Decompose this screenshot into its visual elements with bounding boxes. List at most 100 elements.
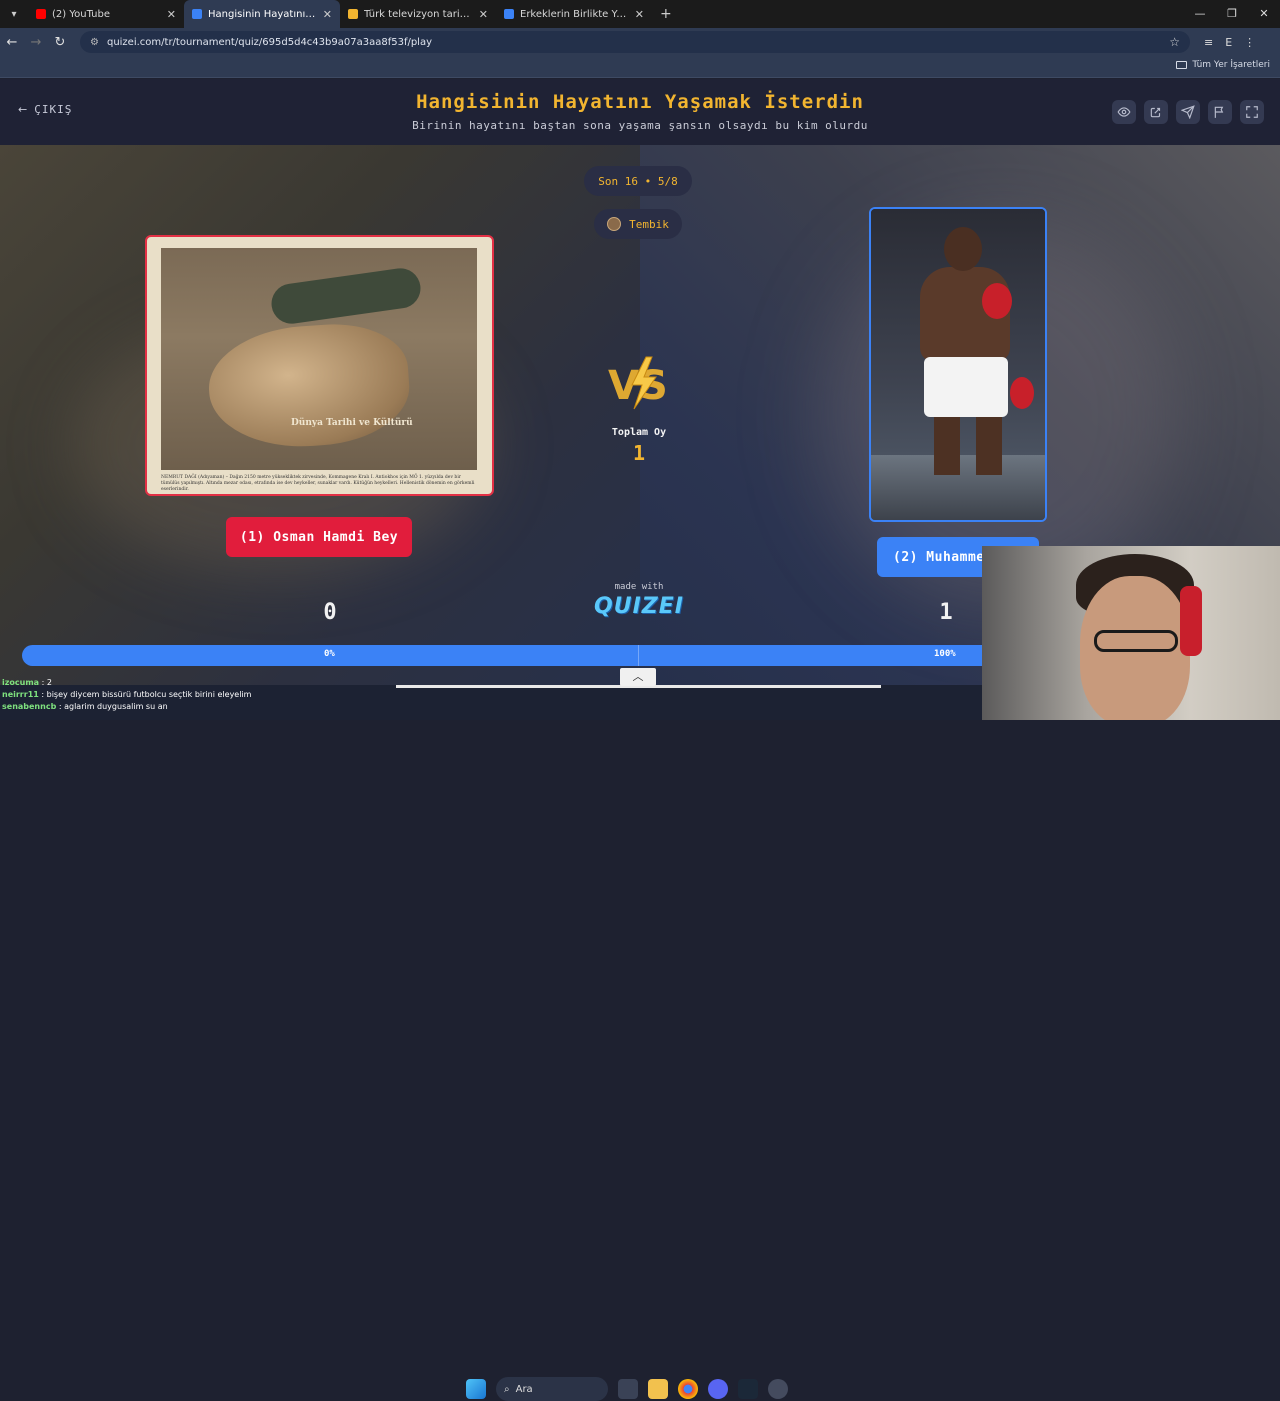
close-window-icon[interactable]: ✕: [1248, 0, 1280, 28]
tab-title: Erkeklerin Birlikte Yaparken En: [520, 8, 629, 20]
send-icon: [1181, 105, 1195, 119]
close-tab-icon[interactable]: ✕: [167, 8, 176, 21]
made-with-label: made with: [614, 582, 664, 592]
file-explorer-icon[interactable]: [648, 1379, 668, 1399]
address-bar-row: ← → ↻ ⚙ quizei.com/tr/tournament/quiz/69…: [0, 28, 1280, 56]
boxer-leg: [934, 415, 960, 475]
stone-head: [205, 319, 413, 453]
percent-left: 0%: [324, 649, 335, 659]
task-view-icon[interactable]: [618, 1379, 638, 1399]
progress-divider: [638, 645, 639, 666]
share-icon: [1150, 107, 1161, 118]
percent-right: 100%: [934, 649, 956, 659]
back-icon[interactable]: ←: [0, 35, 24, 50]
app-icon[interactable]: [768, 1379, 788, 1399]
site-favicon-icon: [504, 9, 514, 19]
close-tab-icon[interactable]: ✕: [479, 8, 488, 21]
chat-message: : aglarim duygusalim su an: [58, 702, 168, 711]
browser-menu-icon[interactable]: ⋮: [1244, 36, 1255, 49]
all-bookmarks-button[interactable]: Tüm Yer İşaretleri: [1176, 60, 1270, 70]
chrome-icon[interactable]: [678, 1379, 698, 1399]
quiz-header: ← ÇIKIŞ Hangisinin Hayatını Yaşamak İste…: [0, 79, 1280, 145]
reading-list-icon[interactable]: ≡: [1204, 36, 1213, 49]
tab-title: Türk televizyon tarihinin unutul: [364, 8, 473, 20]
chat-line: izocuma : 2: [2, 677, 302, 689]
tab-title: (2) YouTube: [52, 8, 111, 20]
windows-start-icon[interactable]: [466, 1379, 486, 1399]
folder-icon: [1176, 61, 1188, 69]
tab-search-icon[interactable]: ▾: [0, 0, 28, 28]
flag-icon: [1214, 106, 1224, 118]
restore-icon[interactable]: ❐: [1216, 0, 1248, 28]
chat-user: izocuma: [2, 678, 40, 687]
quiz-subtitle: Birinin hayatını baştan sona yaşama şans…: [412, 119, 868, 132]
stream-chat: izocuma : 2 neirrr11 : bişey diycem biss…: [2, 677, 302, 713]
url-field[interactable]: ⚙ quizei.com/tr/tournament/quiz/695d5d4c…: [80, 31, 1190, 53]
headset-icon: [1180, 586, 1202, 656]
owner-avatar: [607, 217, 622, 231]
tab-title: Hangisinin Hayatını Yaşamak İs: [208, 8, 317, 20]
quiz-title: Hangisinin Hayatını Yaşamak İsterdin: [416, 91, 864, 113]
browser-tab[interactable]: (2) YouTube ✕: [28, 0, 184, 28]
versus-icon: VS: [608, 356, 668, 410]
chat-message: : 2: [41, 678, 52, 687]
photo-watermark: Dünya Tarihi ve Kültürü: [291, 418, 413, 428]
taskbar-search-placeholder: Ara: [515, 1383, 533, 1395]
eye-icon-button[interactable]: [1112, 100, 1136, 124]
score-left: 0: [323, 600, 337, 625]
fullscreen-icon: [1246, 106, 1258, 118]
boxer-shorts: [924, 357, 1008, 417]
fullscreen-button[interactable]: [1240, 100, 1264, 124]
total-votes-value: 1: [632, 441, 646, 465]
boxing-glove: [1010, 377, 1034, 409]
streamer-glasses: [1094, 630, 1178, 652]
nemrut-photo: Dünya Tarihi ve Kültürü: [161, 248, 477, 470]
owner-name: Tembik: [629, 217, 669, 231]
search-icon: ⌕: [504, 1383, 510, 1395]
site-info-icon[interactable]: ⚙: [90, 37, 99, 48]
all-bookmarks-label: Tüm Yer İşaretleri: [1192, 60, 1270, 70]
site-favicon-icon: [348, 9, 358, 19]
chat-line: neirrr11 : bişey diycem bissürü futbolcu…: [2, 689, 302, 701]
score-right: 1: [939, 600, 953, 625]
browser-tab[interactable]: Erkeklerin Birlikte Yaparken En ✕: [496, 0, 652, 28]
browser-tab[interactable]: Türk televizyon tarihinin unutul ✕: [340, 0, 496, 28]
chat-user: senabenncb: [2, 702, 57, 711]
close-tab-icon[interactable]: ✕: [323, 8, 332, 21]
share-button[interactable]: [1144, 100, 1168, 124]
taskbar-search[interactable]: ⌕ Ara: [496, 1377, 608, 1401]
minimize-icon[interactable]: —: [1184, 0, 1216, 28]
forward-icon[interactable]: →: [24, 35, 48, 50]
option-name-left-button[interactable]: (1) Osman Hamdi Bey: [226, 517, 412, 557]
quizei-favicon-icon: [192, 9, 202, 19]
profile-avatar[interactable]: E: [1225, 36, 1232, 49]
bookmark-star-icon[interactable]: ☆: [1169, 35, 1180, 49]
boxing-glove: [982, 283, 1012, 319]
boxer-head: [944, 227, 982, 271]
man-on-statue: [268, 265, 424, 327]
chat-line: senabenncb : aglarim duygusalim su an: [2, 701, 302, 713]
close-tab-icon[interactable]: ✕: [635, 8, 644, 21]
quiz-owner-badge[interactable]: Tembik: [594, 209, 682, 239]
reload-icon[interactable]: ↻: [48, 35, 72, 50]
browser-tab-active[interactable]: Hangisinin Hayatını Yaşamak İs ✕: [184, 0, 340, 28]
discord-icon[interactable]: [708, 1379, 728, 1399]
new-tab-button[interactable]: +: [660, 6, 672, 22]
webcam-overlay: [982, 546, 1280, 720]
steam-icon[interactable]: [738, 1379, 758, 1399]
window-controls: — ❐ ✕: [1184, 0, 1280, 28]
browser-tab-bar: ▾ (2) YouTube ✕ Hangisinin Hayatını Yaşa…: [0, 0, 1280, 28]
url-text: quizei.com/tr/tournament/quiz/695d5d4c43…: [106, 36, 433, 48]
send-button[interactable]: [1176, 100, 1200, 124]
chevron-up-icon[interactable]: ︿: [620, 668, 656, 686]
boxer-leg: [976, 415, 1002, 475]
option-card-right[interactable]: [869, 207, 1047, 522]
eye-icon: [1117, 107, 1131, 117]
chat-user: neirrr11: [2, 690, 39, 699]
report-button[interactable]: [1208, 100, 1232, 124]
quizei-logo[interactable]: QUIZEI: [590, 594, 688, 619]
boxer-figure: [906, 227, 1034, 475]
round-indicator: Son 16 • 5/8: [584, 166, 692, 196]
photo-caption: NEMRUT DAĞI (Adıyaman) – Dağın 2150 metr…: [161, 475, 475, 492]
option-card-left[interactable]: Dünya Tarihi ve Kültürü NEMRUT DAĞI (Adı…: [145, 235, 494, 496]
